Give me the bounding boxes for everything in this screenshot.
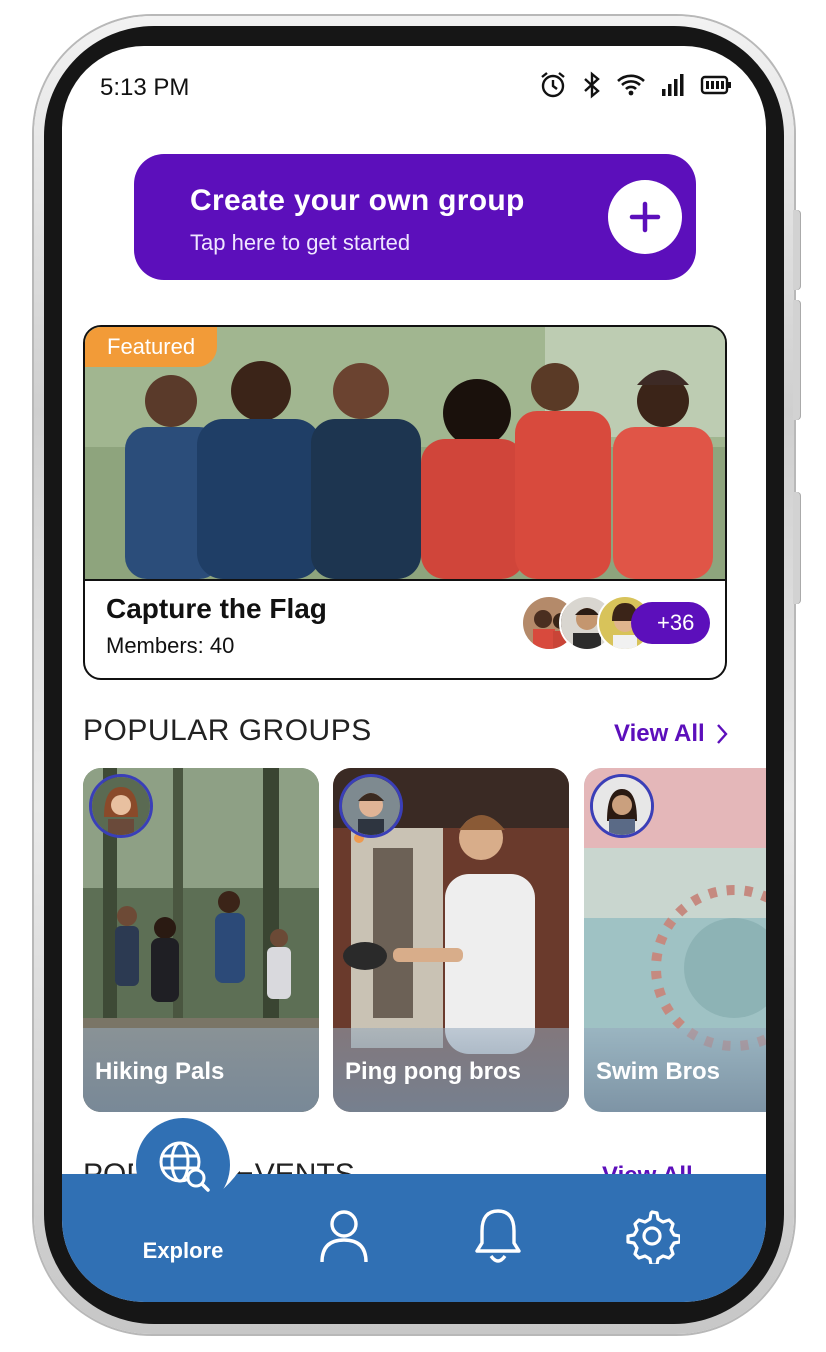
create-group-banner[interactable]: Create your own group Tap here to get st…	[134, 154, 696, 280]
featured-group-title: Capture the Flag	[106, 593, 327, 624]
status-time: 5:13 PM	[100, 74, 190, 101]
group-card-swim-bros[interactable]: Swim Bros	[584, 768, 766, 1112]
popular-groups-view-all-link[interactable]: View All	[614, 720, 729, 748]
popular-groups-title: POPULAR GROUPS	[83, 714, 372, 747]
member-avatars[interactable]: +36	[521, 595, 711, 651]
create-group-title: Create your own group	[190, 184, 525, 217]
bluetooth-icon	[582, 70, 602, 105]
nav-explore-button[interactable]	[136, 1118, 230, 1212]
nav-notifications-button[interactable]	[468, 1206, 528, 1266]
plus-icon	[629, 201, 661, 233]
featured-group-card[interactable]: Featured Capture the Flag Members: 40 +3…	[83, 325, 727, 680]
alarm-icon	[538, 70, 568, 105]
signal-icon	[660, 72, 686, 103]
group-card-name: Hiking Pals	[95, 1058, 225, 1085]
create-group-button[interactable]	[608, 180, 682, 254]
user-icon	[320, 1210, 368, 1263]
group-owner-avatar	[339, 774, 403, 838]
view-all-label: View All	[614, 720, 705, 747]
group-card-ping-pong-bros[interactable]: Ping pong bros	[333, 768, 569, 1112]
phone-volume-button	[793, 300, 801, 420]
nav-profile-button[interactable]	[314, 1206, 374, 1266]
nav-settings-button[interactable]	[622, 1206, 682, 1266]
group-card-hiking-pals[interactable]: Hiking Pals	[83, 768, 319, 1112]
group-owner-avatar	[590, 774, 654, 838]
divider	[85, 579, 725, 581]
group-owner-avatar	[89, 774, 153, 838]
group-card-name: Ping pong bros	[345, 1058, 521, 1085]
app-screen: 5:13 PM Create your own group Tap here t…	[62, 46, 766, 1302]
phone-volume-button	[793, 210, 801, 290]
nav-explore-label: Explore	[142, 1238, 224, 1263]
create-group-subtitle: Tap here to get started	[190, 230, 411, 255]
gear-icon	[626, 1210, 680, 1264]
phone-power-button	[793, 492, 801, 604]
chevron-right-icon	[716, 724, 728, 744]
wifi-icon	[616, 72, 646, 103]
globe-search-icon	[159, 1141, 210, 1192]
member-count-badge: +36	[631, 602, 711, 644]
bell-icon	[475, 1209, 521, 1263]
featured-group-members: Members: 40	[106, 633, 235, 658]
battery-icon	[700, 74, 732, 101]
status-icons	[538, 70, 732, 105]
featured-badge: Featured	[85, 327, 218, 367]
group-card-name: Swim Bros	[596, 1058, 721, 1085]
